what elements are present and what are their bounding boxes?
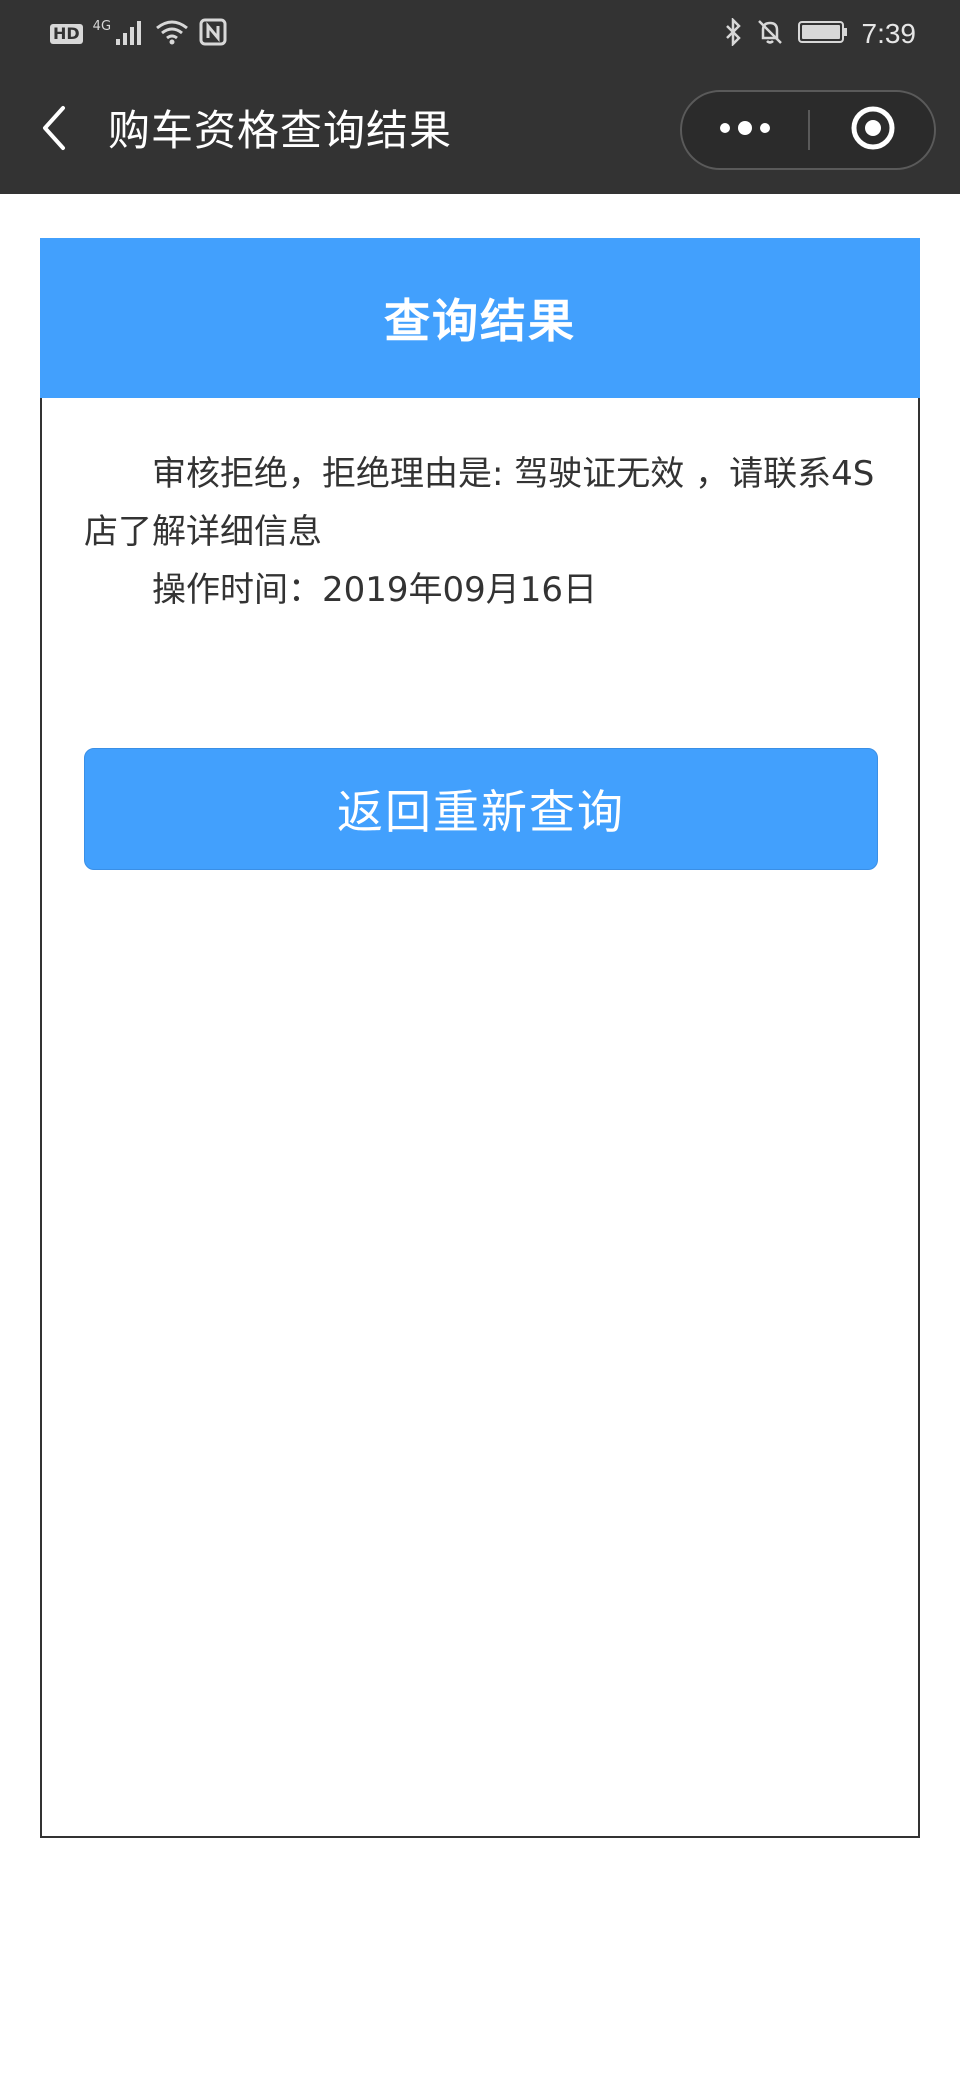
operation-time-label: 操作时间： bbox=[152, 570, 322, 610]
more-dots-icon bbox=[717, 120, 773, 140]
card-title: 查询结果 bbox=[384, 294, 576, 348]
result-text: 审核拒绝，拒绝理由是: 驾驶证无效 ，请联系4S店了解详细信息 操作时间：201… bbox=[84, 445, 884, 619]
operation-time-row: 操作时间：2019年09月16日 bbox=[84, 561, 884, 619]
close-button[interactable] bbox=[810, 92, 936, 168]
more-button[interactable] bbox=[682, 92, 808, 168]
requery-button[interactable]: 返回重新查询 bbox=[84, 748, 878, 870]
status-bar: HD 4G 7:39 bbox=[0, 0, 960, 66]
status-right: 7:39 bbox=[724, 14, 917, 54]
bell-off-icon bbox=[756, 18, 784, 50]
bluetooth-icon bbox=[724, 16, 742, 50]
page-title: 购车资格查询结果 bbox=[108, 106, 453, 155]
nav-bar: 购车资格查询结果 bbox=[0, 66, 960, 194]
card-header: 查询结果 bbox=[40, 238, 920, 398]
mini-program-capsule bbox=[680, 90, 936, 170]
back-button[interactable] bbox=[30, 100, 78, 160]
battery-icon bbox=[797, 19, 848, 49]
signal-icon bbox=[115, 19, 145, 49]
status-left: HD 4G bbox=[50, 14, 227, 54]
chevron-left-icon bbox=[39, 104, 69, 156]
result-message: 审核拒绝，拒绝理由是: 驾驶证无效 ，请联系4S店了解详细信息 bbox=[84, 454, 875, 552]
network-type: 4G bbox=[92, 18, 112, 34]
target-close-icon bbox=[849, 104, 897, 156]
requery-button-label: 返回重新查询 bbox=[337, 785, 625, 839]
nfc-icon bbox=[199, 18, 227, 50]
hd-badge: HD bbox=[50, 24, 83, 44]
operation-time-value: 2019年09月16日 bbox=[322, 570, 598, 610]
wifi-icon bbox=[155, 19, 189, 49]
clock: 7:39 bbox=[861, 18, 917, 49]
result-card: 查询结果 审核拒绝，拒绝理由是: 驾驶证无效 ，请联系4S店了解详细信息 操作时… bbox=[40, 238, 920, 1838]
